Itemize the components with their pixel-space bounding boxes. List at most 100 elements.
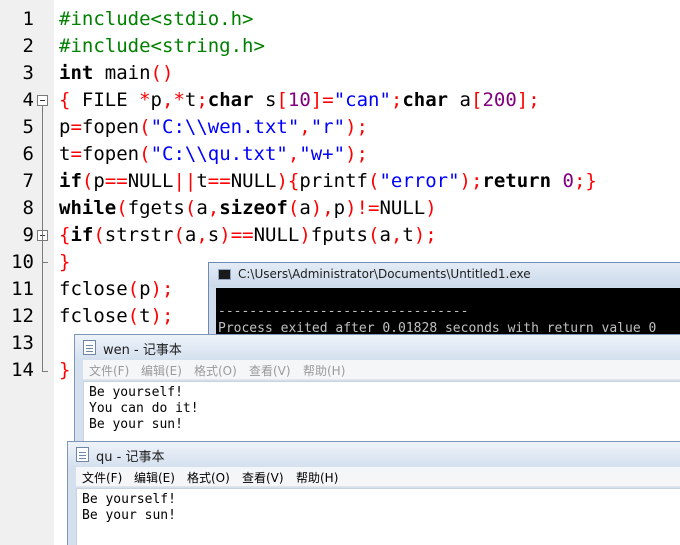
notepad-window-wen[interactable]: wen - 记事本 文件(F) 编辑(E) 格式(O) 查看(V) 帮助(H) … (74, 334, 680, 444)
menu-file[interactable]: 文件(F) (89, 362, 129, 379)
line-number: 8 (22, 197, 34, 219)
line-number: 12 (11, 305, 34, 327)
menu-view[interactable]: 查看(V) (249, 362, 291, 379)
code-token: NULL (127, 170, 174, 192)
code-line-6: 6 t=fopen("C:\\qu.txt","w+"); (0, 141, 680, 168)
line-number: 2 (22, 35, 34, 57)
code-token: a (196, 197, 208, 219)
code-token: p (139, 278, 151, 300)
code-token: a (184, 224, 197, 246)
code-text[interactable]: while(fgets(a,sizeof(a),p)!=NULL) (59, 195, 437, 222)
code-token: = (70, 116, 82, 138)
line-number: 6 (22, 143, 34, 165)
code-text[interactable]: if(p==NULL||t==NULL){printf("error");ret… (59, 168, 597, 195)
code-token: "w+" (299, 143, 346, 165)
menu-format[interactable]: 格式(O) (194, 362, 237, 379)
menu-view[interactable]: 查看(V) (242, 469, 284, 486)
code-token: t (139, 305, 151, 327)
code-token: strstr (104, 224, 174, 246)
code-token: printf (299, 170, 368, 192)
code-token: { (59, 224, 71, 246)
text-line: Be your sun! (82, 508, 176, 523)
code-token: ); (150, 305, 174, 327)
menu-edit[interactable]: 编辑(E) (141, 362, 182, 379)
code-token: || (173, 170, 197, 192)
menu-edit[interactable]: 编辑(E) (134, 469, 175, 486)
code-token: ( (139, 143, 151, 165)
line-number: 9 (22, 224, 34, 246)
code-token: == (104, 170, 128, 192)
code-token: if (59, 170, 82, 192)
code-line-5: 5 p=fopen("C:\\wen.txt","r"); (0, 114, 680, 141)
line-number: 4 (22, 89, 34, 111)
code-text[interactable]: {if(strstr(a,s)==NULL)fputs(a,t); (59, 222, 437, 249)
code-token: ( (368, 224, 380, 246)
code-token: "error" (379, 170, 460, 192)
code-text[interactable]: { FILE *p,*t;char s[10]="can";char a[200… (59, 87, 540, 114)
code-line-8: 8 while(fgets(a,sizeof(a),p)!=NULL) (0, 195, 680, 222)
code-token: ,* (162, 89, 185, 111)
menu-format[interactable]: 格式(O) (187, 469, 230, 486)
code-token: ){ (276, 170, 300, 192)
code-text[interactable]: #include<stdio.h> (59, 6, 253, 33)
code-line-3: 3 int main() (0, 60, 680, 87)
code-text[interactable]: } (59, 249, 70, 276)
code-token: ( (127, 278, 140, 300)
code-line-4: 4 { FILE *p,*t;char s[10]="can";char a[2… (0, 87, 680, 114)
code-token: int (59, 62, 94, 84)
code-text[interactable]: t=fopen("C:\\qu.txt","w+"); (59, 141, 368, 168)
menu-help[interactable]: 帮助(H) (303, 362, 345, 379)
code-token: #include (59, 35, 151, 57)
code-token: ( (127, 305, 140, 327)
console-titlebar[interactable]: C:\Users\Administrator\Documents\Untitle… (209, 263, 680, 287)
menu-file[interactable]: 文件(F) (82, 469, 122, 486)
notepad-window-qu[interactable]: qu - 记事本 文件(F) 编辑(E) 格式(O) 查看(V) 帮助(H) B… (67, 441, 680, 545)
notepad-title: wen - 记事本 (103, 343, 182, 358)
code-token: s (207, 224, 220, 246)
notepad-text-area[interactable]: Be yourself! You can do it! Be your sun! (83, 381, 680, 443)
code-token: () (150, 62, 174, 84)
code-token: ; (196, 89, 208, 111)
code-text[interactable]: int main() (59, 60, 173, 87)
code-token: == (207, 170, 231, 192)
code-token: )!= (345, 197, 380, 219)
code-token: t (59, 143, 71, 165)
code-token: ( (116, 197, 128, 219)
code-text[interactable]: #include<string.h> (59, 33, 265, 60)
code-text[interactable]: fclose(p); (59, 276, 173, 303)
notepad-titlebar[interactable]: qu - 记事本 (68, 442, 680, 466)
code-text[interactable]: } (59, 357, 70, 384)
line-number: 10 (11, 251, 34, 273)
line-number: 1 (22, 8, 34, 30)
code-text[interactable]: fclose(t); (59, 303, 173, 330)
line-number: 5 (22, 116, 34, 138)
code-token: t (402, 224, 414, 246)
code-token: ( (139, 116, 151, 138)
notepad-text-area[interactable]: Be yourself! Be your sun! (76, 488, 680, 545)
line-number: 7 (22, 170, 34, 192)
fold-guide-line (42, 241, 43, 263)
code-token: a (299, 197, 311, 219)
code-token: fopen (81, 143, 140, 165)
code-token: 0 (562, 170, 574, 192)
notepad-titlebar[interactable]: wen - 记事本 (75, 335, 680, 359)
code-token: fputs (310, 224, 368, 246)
code-token: ]= (310, 89, 334, 111)
console-app-icon (218, 269, 231, 280)
code-token: [ (471, 89, 483, 111)
code-token: p (333, 197, 346, 219)
code-token: , (390, 224, 403, 246)
console-window[interactable]: C:\Users\Administrator\Documents\Untitle… (208, 262, 680, 342)
code-token: ( (173, 224, 185, 246)
fold-toggle-icon[interactable] (37, 95, 48, 106)
code-text[interactable]: p=fopen("C:\\wen.txt","r"); (59, 114, 368, 141)
line-number: 11 (11, 278, 34, 300)
code-token: [ (276, 89, 288, 111)
code-token: * (139, 89, 151, 111)
code-token: a (448, 89, 471, 111)
menu-help[interactable]: 帮助(H) (296, 469, 338, 486)
code-token: ); (150, 278, 174, 300)
code-token: = (70, 143, 82, 165)
fold-guide-line (42, 271, 43, 371)
